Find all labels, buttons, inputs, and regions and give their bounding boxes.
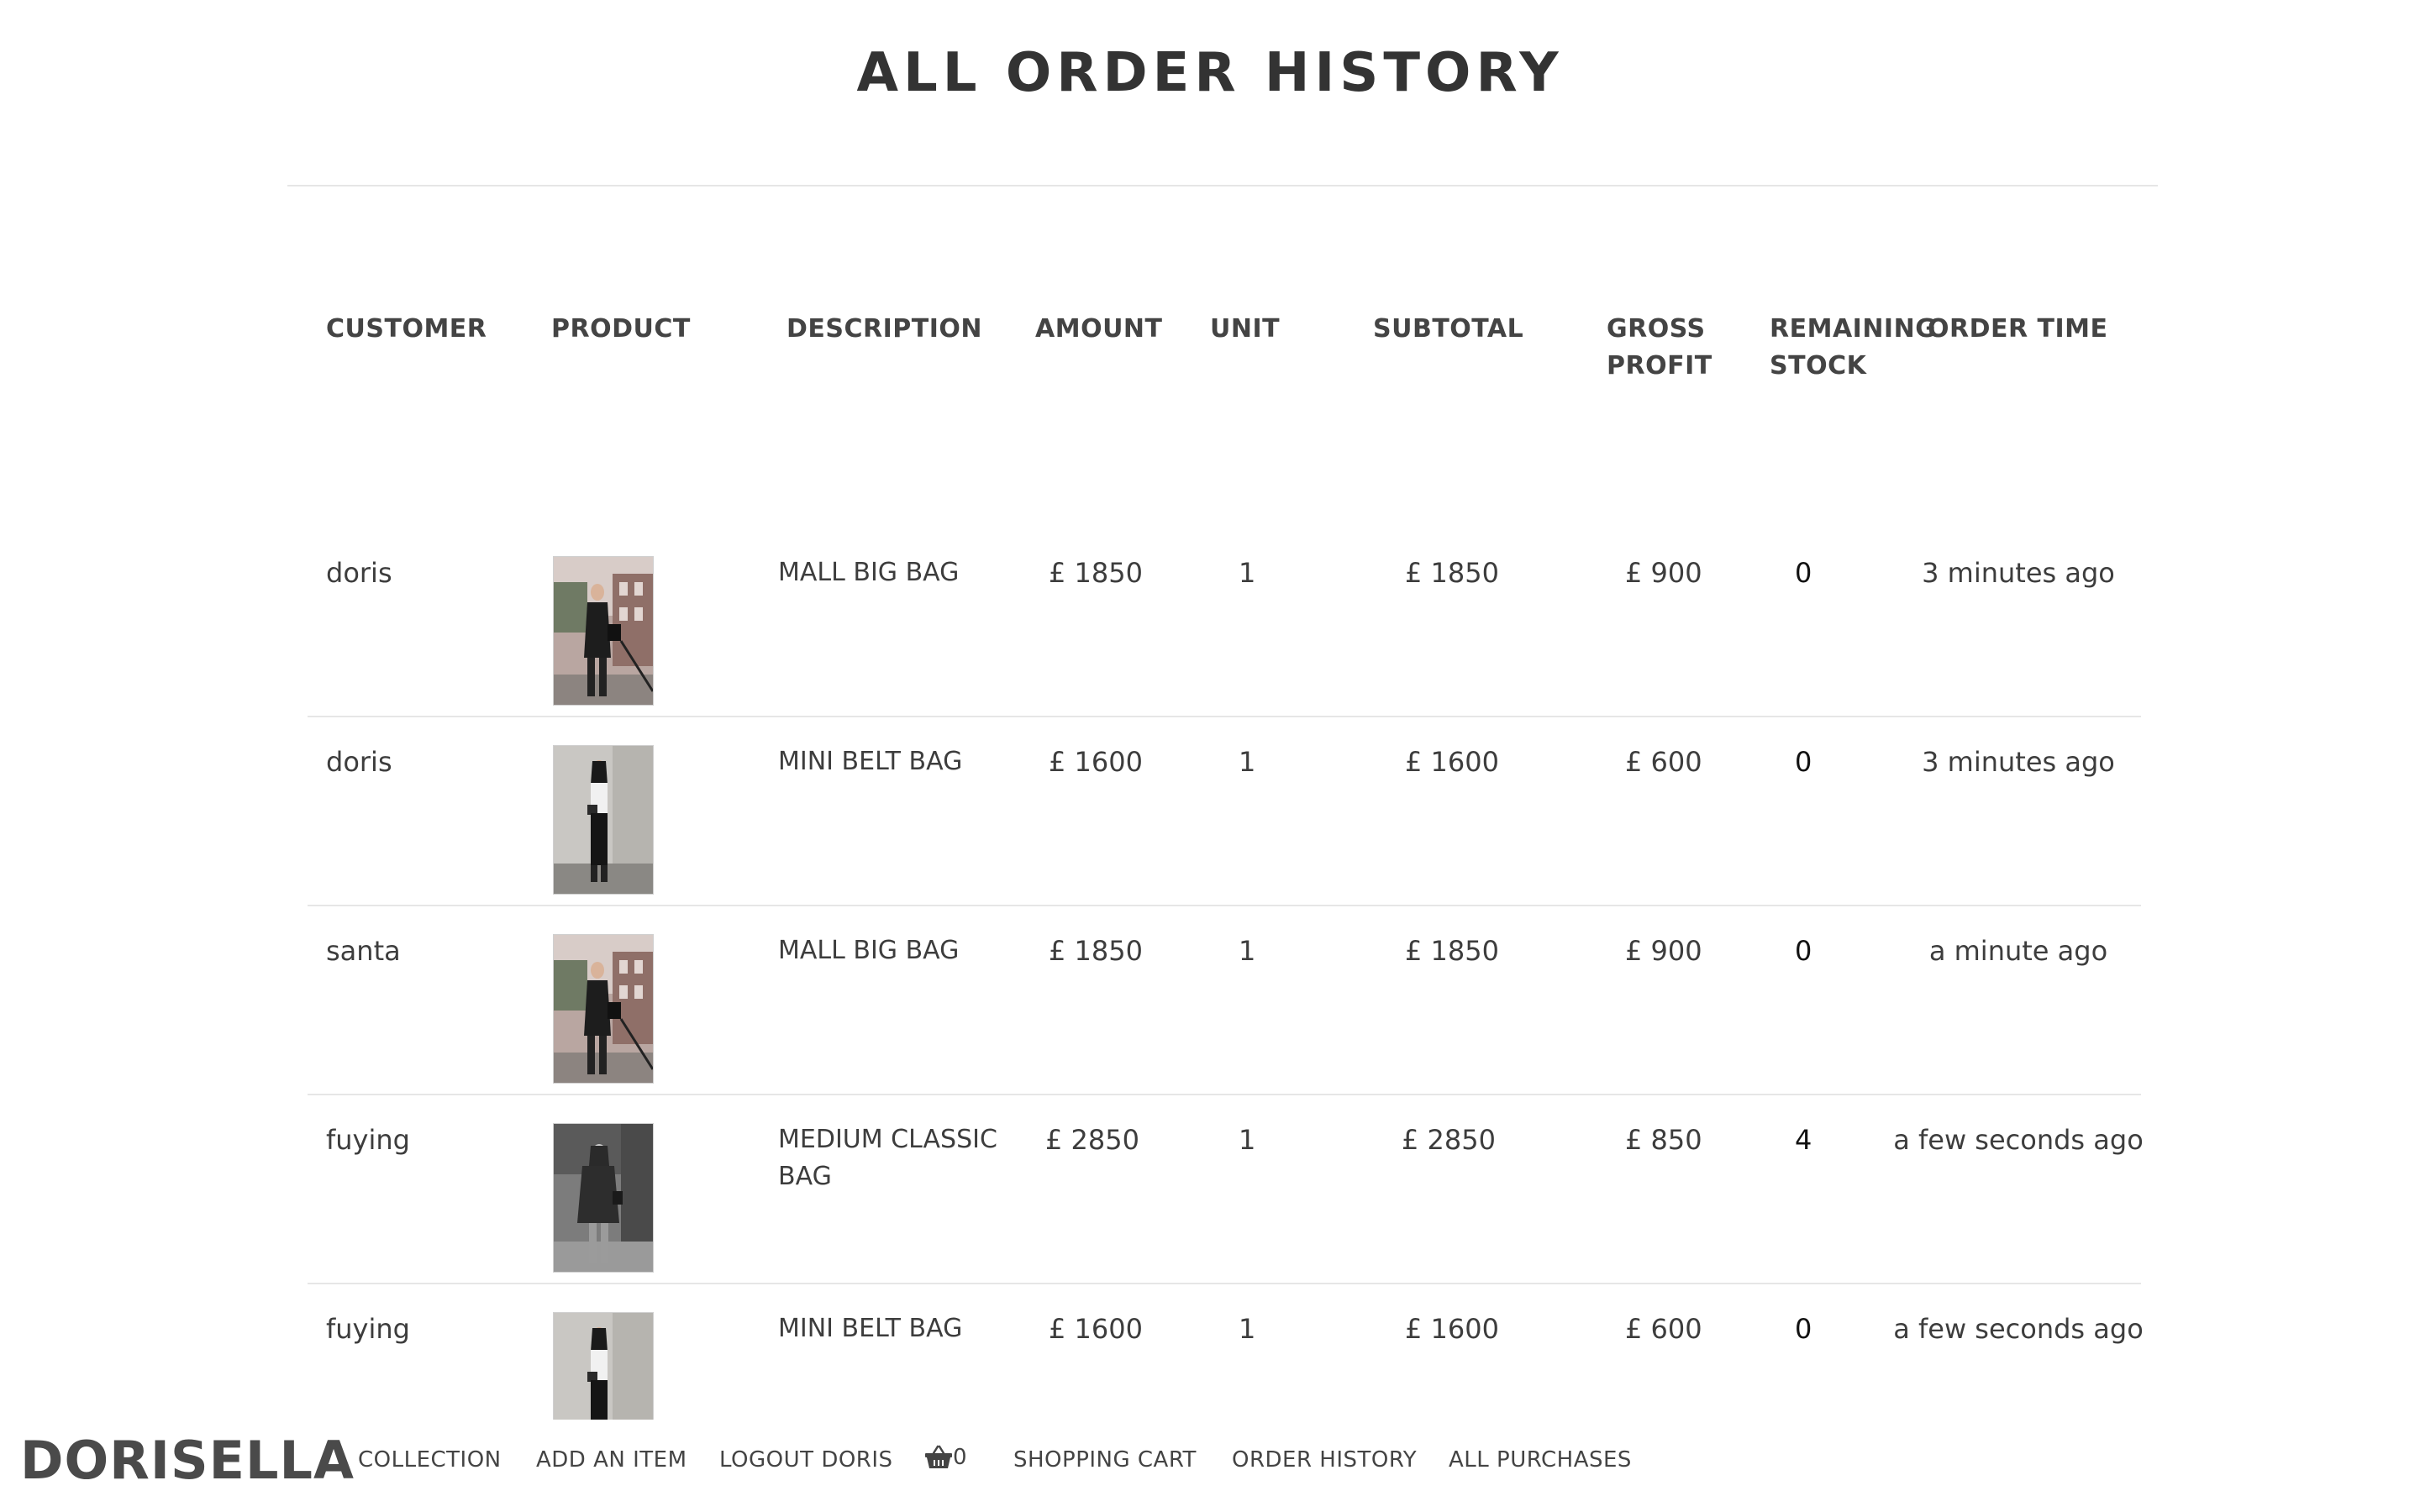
description-cell: MEDIUM CLASSIC BAG	[778, 1125, 997, 1191]
header-description: DESCRIPTION	[786, 314, 983, 344]
unit-cell: 1	[1239, 935, 1256, 967]
customer-cell: doris	[326, 557, 392, 589]
order-time-cell: a few seconds ago	[1893, 1124, 2144, 1156]
header-gross-profit-line2: PROFIT	[1607, 351, 1712, 381]
product-image[interactable]	[553, 745, 654, 895]
header-remaining-stock: REMAINING STOCK	[1770, 311, 1936, 385]
remaining-stock-cell: 0	[1795, 557, 1812, 589]
nav-order-history[interactable]: ORDER HISTORY	[1232, 1447, 1417, 1473]
amount-cell: £ 1600	[1049, 746, 1143, 778]
order-time-cell: a few seconds ago	[1893, 1313, 2144, 1345]
remaining-stock-cell: 0	[1795, 746, 1812, 778]
cart-count: 0	[953, 1445, 967, 1470]
header-product: PRODUCT	[551, 314, 691, 344]
header-gross-profit: GROSS PROFIT	[1607, 311, 1712, 385]
remaining-stock-cell: 4	[1795, 1124, 1812, 1156]
order-time-cell: 3 minutes ago	[1922, 746, 2115, 778]
nav-shopping-cart[interactable]: SHOPPING CART	[1013, 1447, 1197, 1473]
header-amount: AMOUNT	[1035, 314, 1163, 344]
gross-profit-cell: £ 600	[1625, 746, 1702, 778]
page-title: ALL ORDER HISTORY	[856, 42, 1564, 104]
row-divider	[308, 1094, 2141, 1095]
amount-cell: £ 1850	[1049, 557, 1143, 589]
subtotal-cell: £ 1850	[1405, 935, 1499, 967]
unit-cell: 1	[1239, 1124, 1256, 1156]
table-row: fuying MEDIUM CLASSIC BAG £ 2850 1 £ 285…	[0, 1113, 2420, 1302]
description-cell: MINI BELT BAG	[778, 747, 963, 776]
nav-logout[interactable]: LOGOUT DORIS	[719, 1447, 893, 1473]
gross-profit-cell: £ 850	[1625, 1124, 1702, 1156]
header-unit: UNIT	[1210, 314, 1281, 344]
amount-cell: £ 1850	[1049, 935, 1143, 967]
product-image[interactable]	[553, 934, 654, 1084]
header-remaining-stock-line2: STOCK	[1770, 351, 1867, 381]
header-gross-profit-line1: GROSS	[1607, 314, 1706, 344]
title-divider	[287, 185, 2158, 186]
description-cell: MALL BIG BAG	[778, 558, 960, 587]
unit-cell: 1	[1239, 557, 1256, 589]
unit-cell: 1	[1239, 746, 1256, 778]
table-row: doris MINI BELT BAG £ 1600 1 £ 1600 £ 60…	[0, 735, 2420, 924]
description-cell: MALL BIG BAG	[778, 936, 960, 965]
remaining-stock-cell: 0	[1795, 935, 1812, 967]
subtotal-cell: £ 2850	[1402, 1124, 1496, 1156]
gross-profit-cell: £ 900	[1625, 935, 1702, 967]
product-image[interactable]	[553, 556, 654, 706]
order-time-cell: 3 minutes ago	[1922, 557, 2115, 589]
brand-logo[interactable]: DORISELLA	[20, 1430, 355, 1491]
gross-profit-cell: £ 600	[1625, 1313, 1702, 1345]
gross-profit-cell: £ 900	[1625, 557, 1702, 589]
description-cell: MINI BELT BAG	[778, 1314, 963, 1343]
customer-cell: fuying	[326, 1124, 410, 1156]
product-image[interactable]	[553, 1123, 654, 1273]
customer-cell: fuying	[326, 1313, 410, 1345]
customer-cell: doris	[326, 746, 392, 778]
customer-cell: santa	[326, 935, 401, 967]
row-divider	[308, 1283, 2141, 1284]
nav-add-item[interactable]: ADD AN ITEM	[536, 1447, 687, 1473]
table-row: santa MALL BIG BAG £ 1850 1 £ 1850 £ 900…	[0, 924, 2420, 1113]
subtotal-cell: £ 1600	[1405, 1313, 1499, 1345]
nav-collection[interactable]: COLLECTION	[358, 1447, 502, 1473]
remaining-stock-cell: 0	[1795, 1313, 1812, 1345]
nav-all-purchases[interactable]: ALL PURCHASES	[1449, 1447, 1632, 1473]
subtotal-cell: £ 1600	[1405, 746, 1499, 778]
amount-cell: £ 2850	[1045, 1124, 1139, 1156]
subtotal-cell: £ 1850	[1405, 557, 1499, 589]
order-time-cell: a minute ago	[1928, 935, 2108, 967]
header-customer: CUSTOMER	[326, 314, 487, 344]
table-row: doris MALL BIG BAG £ 1850 1 £ 1850 £ 900…	[0, 546, 2420, 735]
header-remaining-stock-line1: REMAINING	[1770, 314, 1937, 344]
header-order-time: ORDER TIME	[1928, 314, 2108, 344]
row-divider	[308, 716, 2141, 717]
row-divider	[308, 905, 2141, 906]
header-subtotal: SUBTOTAL	[1373, 314, 1524, 344]
unit-cell: 1	[1239, 1313, 1256, 1345]
nav-cart-count[interactable]: 0	[924, 1445, 967, 1470]
amount-cell: £ 1600	[1049, 1313, 1143, 1345]
basket-icon	[925, 1445, 952, 1468]
